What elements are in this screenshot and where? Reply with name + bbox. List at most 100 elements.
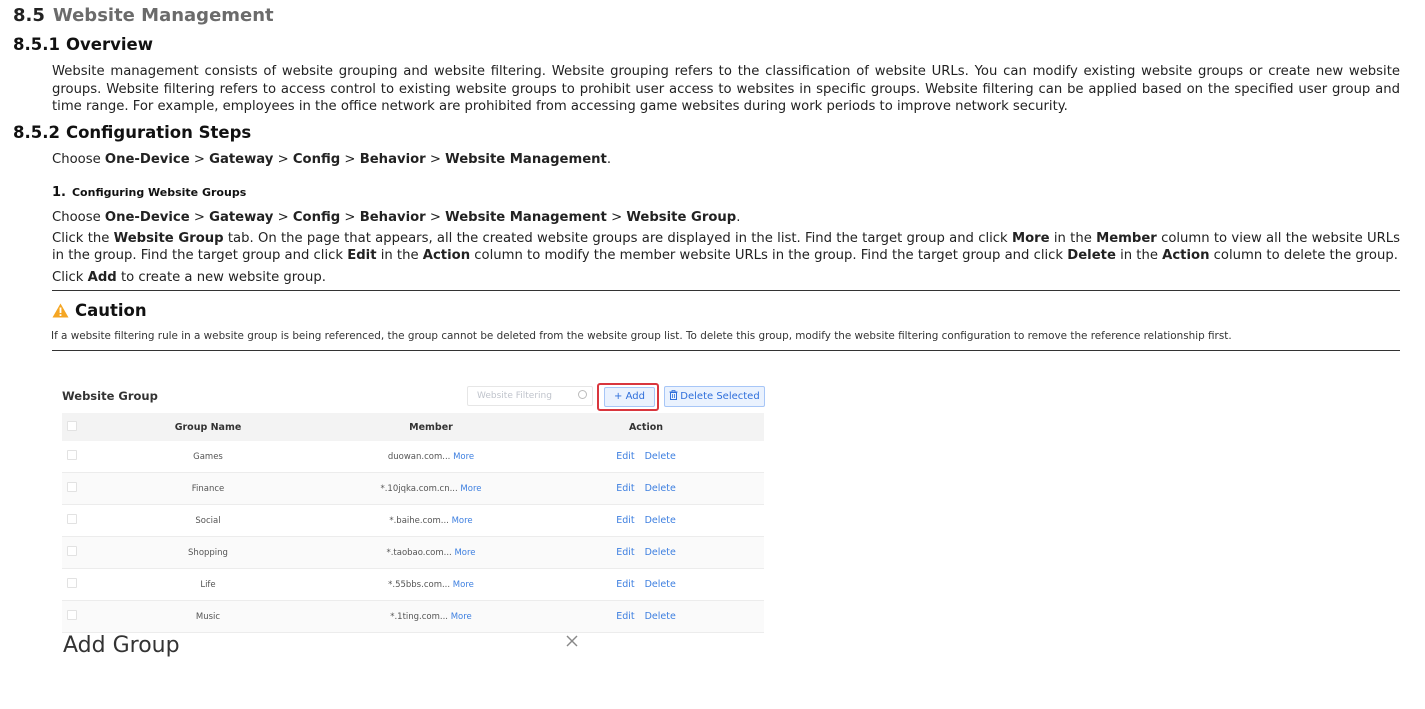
text-run: tab. On the page that appears, all the c… [227, 231, 1008, 246]
member-text: *.taobao.com... [386, 547, 452, 558]
overview-title: Overview [65, 35, 153, 54]
group-name-cell: Finance [82, 472, 334, 505]
menu-path-2: Choose One-Device > Gateway > Config > B… [52, 209, 740, 226]
group-name-cell: Music [82, 600, 334, 633]
path-separator: > [277, 152, 289, 167]
path-item: Website Management [445, 152, 607, 167]
edit-link[interactable]: Edit [616, 611, 634, 622]
bold-term: Add [87, 270, 117, 285]
more-link[interactable]: More [454, 548, 475, 558]
row-checkbox[interactable] [67, 578, 77, 588]
member-cell: *.10jqka.com.cn... More [334, 472, 528, 505]
edit-link[interactable]: Edit [616, 547, 634, 558]
bold-term: Website Group [113, 231, 224, 246]
member-text: *.1ting.com... [390, 611, 449, 622]
delete-link[interactable]: Delete [645, 579, 676, 590]
member-cell: *.taobao.com... More [334, 536, 528, 569]
path-separator: > [611, 210, 623, 225]
more-link[interactable]: More [453, 580, 474, 590]
table-row: Shopping *.taobao.com... More Edit Delete [62, 536, 764, 569]
checkbox-cell [62, 472, 82, 505]
delete-selected-button[interactable]: Delete Selected [664, 386, 765, 407]
select-all-checkbox[interactable] [67, 420, 77, 431]
close-icon[interactable] [565, 634, 579, 648]
caution-text: If a website filtering rule in a website… [51, 330, 1232, 342]
caution-heading: Caution [52, 301, 147, 320]
checkbox-cell [62, 441, 82, 473]
member-text: duowan.com... [387, 451, 451, 462]
select-all-cell [62, 413, 82, 441]
edit-link[interactable]: Edit [616, 451, 634, 462]
row-checkbox[interactable] [67, 482, 77, 492]
row-checkbox[interactable] [67, 450, 77, 460]
table-header: Group Name Member Action [62, 413, 764, 441]
checkbox-cell [62, 536, 82, 569]
path-item: Website Group [626, 210, 737, 225]
more-link[interactable]: More [452, 516, 473, 526]
member-text: *.baihe.com... [389, 515, 449, 526]
action-cell: Edit Delete [528, 504, 764, 537]
section-heading: 8.5 Website Management [13, 5, 274, 26]
config-number: 8.5.2 [13, 123, 60, 142]
website-group-title: Website Group [62, 389, 158, 403]
checkbox-cell [62, 600, 82, 633]
delete-link[interactable]: Delete [645, 483, 676, 494]
path-item: Config [292, 210, 341, 225]
more-link[interactable]: More [453, 452, 474, 462]
delete-link[interactable]: Delete [645, 547, 676, 558]
checkbox-cell [62, 504, 82, 537]
member-text: *.55bbs.com... [388, 579, 451, 590]
step-heading: 1. Configuring Website Groups [52, 185, 246, 200]
caution-bottom-rule [52, 350, 1400, 351]
text-run: in the [1053, 231, 1092, 246]
config-title: Configuration Steps [65, 123, 252, 142]
bold-term: More [1011, 231, 1050, 246]
text-run: Click the [52, 231, 110, 246]
text-run: column to delete the group. [1213, 248, 1398, 263]
period: . [736, 210, 741, 225]
bold-term: Delete [1067, 248, 1116, 263]
caution-title: Caution [75, 301, 147, 320]
action-cell: Edit Delete [528, 536, 764, 569]
text-run: to create a new website group. [120, 270, 326, 285]
choose-text: Choose [52, 152, 101, 167]
trash-icon [669, 390, 678, 400]
overview-number: 8.5.1 [13, 35, 60, 54]
row-checkbox[interactable] [67, 514, 77, 524]
path-separator: > [193, 152, 205, 167]
member-cell: *.55bbs.com... More [334, 568, 528, 601]
delete-link[interactable]: Delete [645, 611, 676, 622]
add-button-highlight [597, 383, 659, 411]
path-item: Behavior [359, 210, 426, 225]
edit-link[interactable]: Edit [616, 515, 634, 526]
section-title: Website Management [52, 5, 274, 26]
overview-paragraph: Website management consists of website g… [52, 64, 1400, 114]
bold-term: Member [1096, 231, 1157, 246]
delete-link[interactable]: Delete [645, 515, 676, 526]
action-cell: Edit Delete [528, 472, 764, 505]
path-separator: > [429, 152, 441, 167]
edit-link[interactable]: Edit [616, 483, 634, 494]
more-link[interactable]: More [451, 612, 472, 622]
path-separator: > [344, 152, 356, 167]
group-name-cell: Social [82, 504, 334, 537]
path-separator: > [193, 210, 205, 225]
path-item: Gateway [209, 210, 274, 225]
search-input[interactable]: Website Filtering [467, 386, 593, 406]
more-link[interactable]: More [460, 484, 481, 494]
row-checkbox[interactable] [67, 546, 77, 556]
column-header-action: Action [528, 413, 764, 441]
group-name-cell: Life [82, 568, 334, 601]
bold-term: Action [422, 248, 471, 263]
warning-triangle-icon [52, 303, 69, 318]
delete-link[interactable]: Delete [645, 451, 676, 462]
text-run: in the [380, 248, 419, 263]
step-number: 1. [52, 185, 66, 200]
member-cell: *.baihe.com... More [334, 504, 528, 537]
website-group-table: Group Name Member Action Games duowan.co… [62, 413, 764, 633]
bold-term: Edit [347, 248, 377, 263]
member-cell: *.1ting.com... More [334, 600, 528, 633]
edit-link[interactable]: Edit [616, 579, 634, 590]
table-row: Life *.55bbs.com... More Edit Delete [62, 568, 764, 601]
row-checkbox[interactable] [67, 610, 77, 620]
